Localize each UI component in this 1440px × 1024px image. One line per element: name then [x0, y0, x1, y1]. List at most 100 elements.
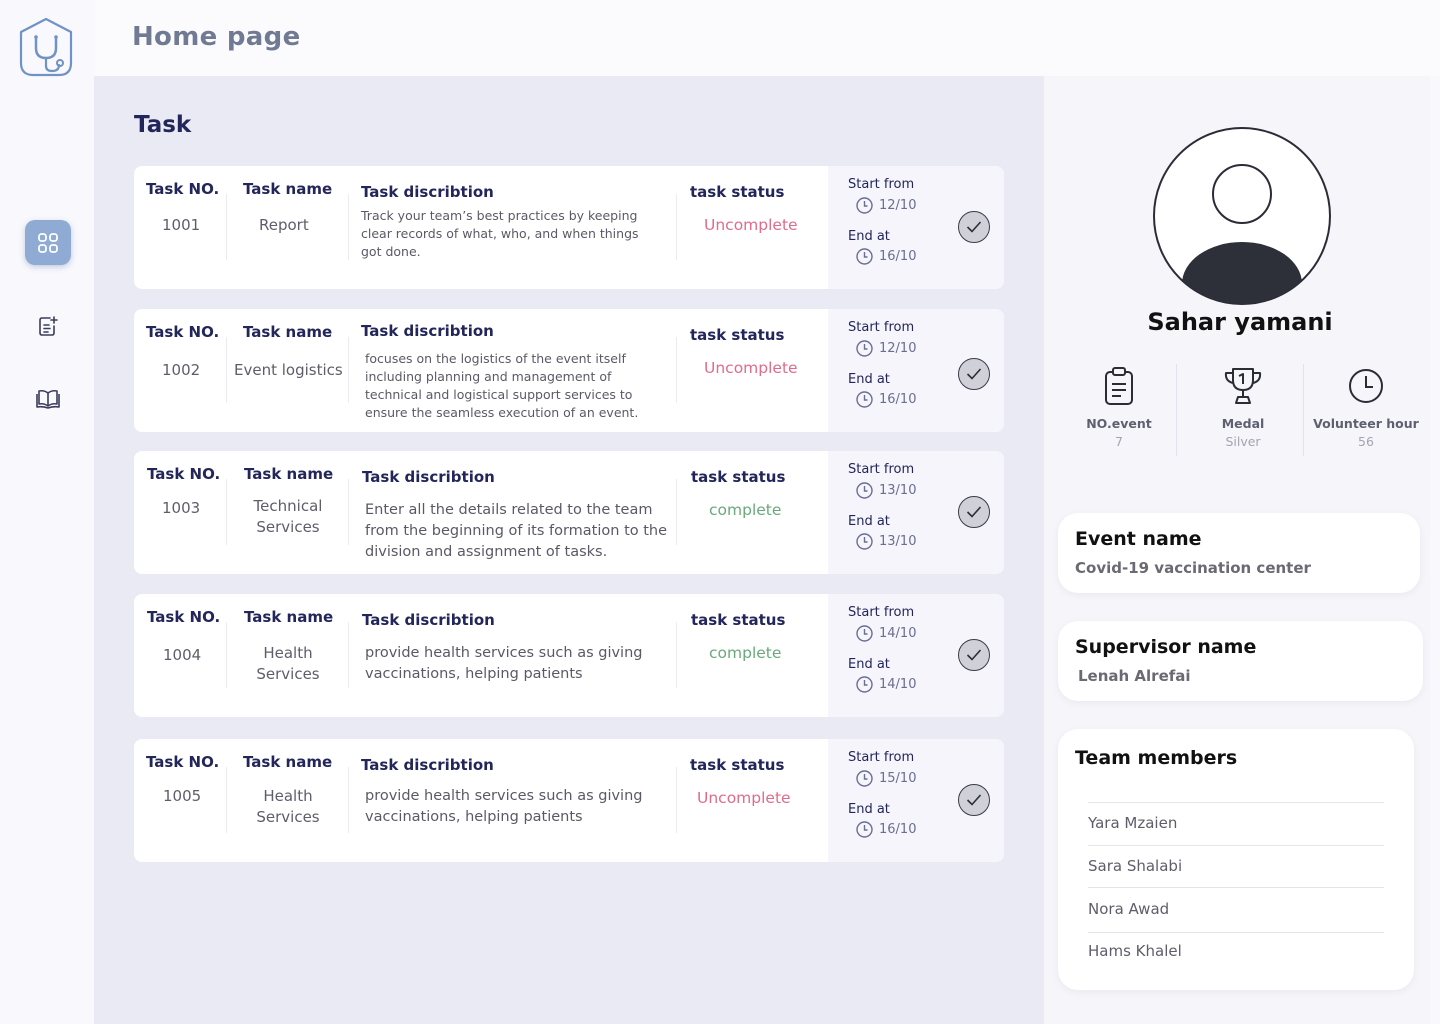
team-card: Team members Yara Mzaien Sara Shalabi No…	[1058, 729, 1414, 990]
clock-icon	[856, 676, 873, 693]
end-label: End at	[848, 514, 890, 529]
start-date: 12/10	[879, 341, 917, 356]
team-member[interactable]: Hams Khalel	[1088, 942, 1384, 960]
start-date: 12/10	[879, 198, 917, 213]
status-badge: Uncomplete	[704, 359, 798, 377]
task-name-header: Task name	[244, 465, 334, 483]
task-card[interactable]: Task NO. 1003 Task name Technical Servic…	[134, 451, 1004, 574]
date-panel: Start from 15/10 End at 16/10	[828, 739, 1004, 862]
date-panel: Start from 13/10 End at 13/10	[828, 451, 1004, 574]
task-name-value: Event logistics	[234, 361, 343, 379]
task-no-value: 1004	[163, 646, 202, 664]
task-no-header: Task NO.	[146, 323, 220, 341]
start-date: 13/10	[879, 483, 917, 498]
profile-name: Sahar yamani	[1147, 308, 1333, 336]
profile-panel: Sahar yamani NO.event 7 Medal Silver Vol…	[1044, 76, 1430, 1024]
task-no-header: Task NO.	[147, 465, 221, 483]
end-date: 16/10	[879, 822, 917, 837]
task-status-header: task status	[691, 611, 786, 629]
check-icon	[966, 221, 982, 233]
end-date: 14/10	[879, 677, 917, 692]
check-icon	[966, 794, 982, 806]
clock-icon	[856, 821, 873, 838]
task-name-header: Task name	[243, 323, 333, 341]
task-card[interactable]: Task NO. 1005 Task name Health Services …	[134, 739, 1004, 862]
clock-icon	[856, 625, 873, 642]
start-label: Start from	[848, 750, 915, 765]
team-member[interactable]: Sara Shalabi	[1088, 857, 1384, 875]
grid-icon	[37, 232, 59, 254]
sidebar	[0, 0, 94, 1024]
status-badge: Uncomplete	[697, 789, 791, 807]
task-desc-value: focuses on the logistics of the event it…	[365, 351, 639, 420]
task-name-value: Report	[259, 216, 309, 234]
start-label: Start from	[848, 177, 915, 192]
stat-label: Medal	[1221, 416, 1265, 431]
task-card[interactable]: Task NO. 1001 Task name Report Task disc…	[134, 166, 1004, 289]
clock-icon	[856, 248, 873, 265]
status-badge: Uncomplete	[704, 216, 798, 234]
start-date: 14/10	[879, 626, 917, 641]
task-no-header: Task NO.	[146, 180, 220, 198]
status-badge: complete	[709, 644, 782, 662]
date-panel: Start from 14/10 End at 14/10	[828, 594, 1004, 717]
end-date: 16/10	[879, 249, 917, 264]
task-no-value: 1001	[162, 216, 201, 234]
task-card[interactable]: Task NO. 1002 Task name Event logistics …	[134, 309, 1004, 432]
task-desc-header: Task discribtion	[361, 183, 494, 201]
task-status-header: task status	[690, 756, 785, 774]
sidebar-item-guide[interactable]	[25, 376, 71, 421]
task-status-header: task status	[690, 183, 785, 201]
event-title: Event name	[1075, 528, 1202, 550]
team-member[interactable]: Yara Mzaien	[1088, 814, 1384, 832]
end-label: End at	[848, 657, 890, 672]
avatar[interactable]	[1152, 126, 1332, 306]
end-label: End at	[848, 372, 890, 387]
sidebar-item-dashboard[interactable]	[25, 220, 71, 265]
complete-check-button[interactable]	[958, 211, 990, 243]
start-label: Start from	[848, 320, 915, 335]
stat-value: 7	[1115, 434, 1123, 449]
clock-icon	[856, 197, 873, 214]
sidebar-item-add-task[interactable]	[25, 303, 71, 348]
task-name-header: Task name	[243, 180, 333, 198]
task-desc-header: Task discribtion	[361, 322, 494, 340]
end-label: End at	[848, 802, 890, 817]
stat-hours: Volunteer hour 56	[1305, 366, 1427, 449]
clock-icon	[856, 482, 873, 499]
task-no-value: 1005	[163, 787, 202, 805]
team-title: Team members	[1075, 747, 1238, 769]
task-name-header: Task name	[244, 608, 334, 626]
event-value: Covid-19 vaccination center	[1075, 559, 1311, 577]
team-member[interactable]: Nora Awad	[1088, 900, 1384, 918]
check-icon	[966, 649, 982, 661]
end-date: 13/10	[879, 534, 917, 549]
complete-check-button[interactable]	[958, 358, 990, 390]
supervisor-title: Supervisor name	[1075, 636, 1257, 658]
complete-check-button[interactable]	[958, 784, 990, 816]
task-name-header: Task name	[243, 753, 333, 771]
task-desc-value: provide health services such as giving v…	[365, 645, 643, 682]
task-desc-value: Enter all the details related to the tea…	[365, 502, 668, 560]
task-status-header: task status	[690, 326, 785, 344]
clock-icon	[856, 770, 873, 787]
clock-icon	[856, 533, 873, 550]
task-name-value: Technical Services	[253, 497, 323, 536]
complete-check-button[interactable]	[958, 496, 990, 528]
task-card[interactable]: Task NO. 1004 Task name Health Services …	[134, 594, 1004, 717]
book-icon	[36, 388, 60, 410]
task-no-value: 1003	[162, 499, 201, 517]
task-desc-header: Task discribtion	[362, 611, 495, 629]
end-label: End at	[848, 229, 890, 244]
clock-icon	[856, 391, 873, 408]
trophy-icon	[1224, 368, 1262, 404]
supervisor-value: Lenah Alrefai	[1078, 667, 1191, 685]
task-desc-value: Track your team’s best practices by keep…	[361, 208, 639, 259]
start-date: 15/10	[879, 771, 917, 786]
complete-check-button[interactable]	[958, 639, 990, 671]
date-panel: Start from 12/10 End at 16/10	[828, 309, 1004, 432]
stat-label: Volunteer hour	[1313, 416, 1419, 431]
task-desc-header: Task discribtion	[362, 468, 495, 486]
start-label: Start from	[848, 605, 915, 620]
clipboard-add-icon	[37, 315, 59, 337]
